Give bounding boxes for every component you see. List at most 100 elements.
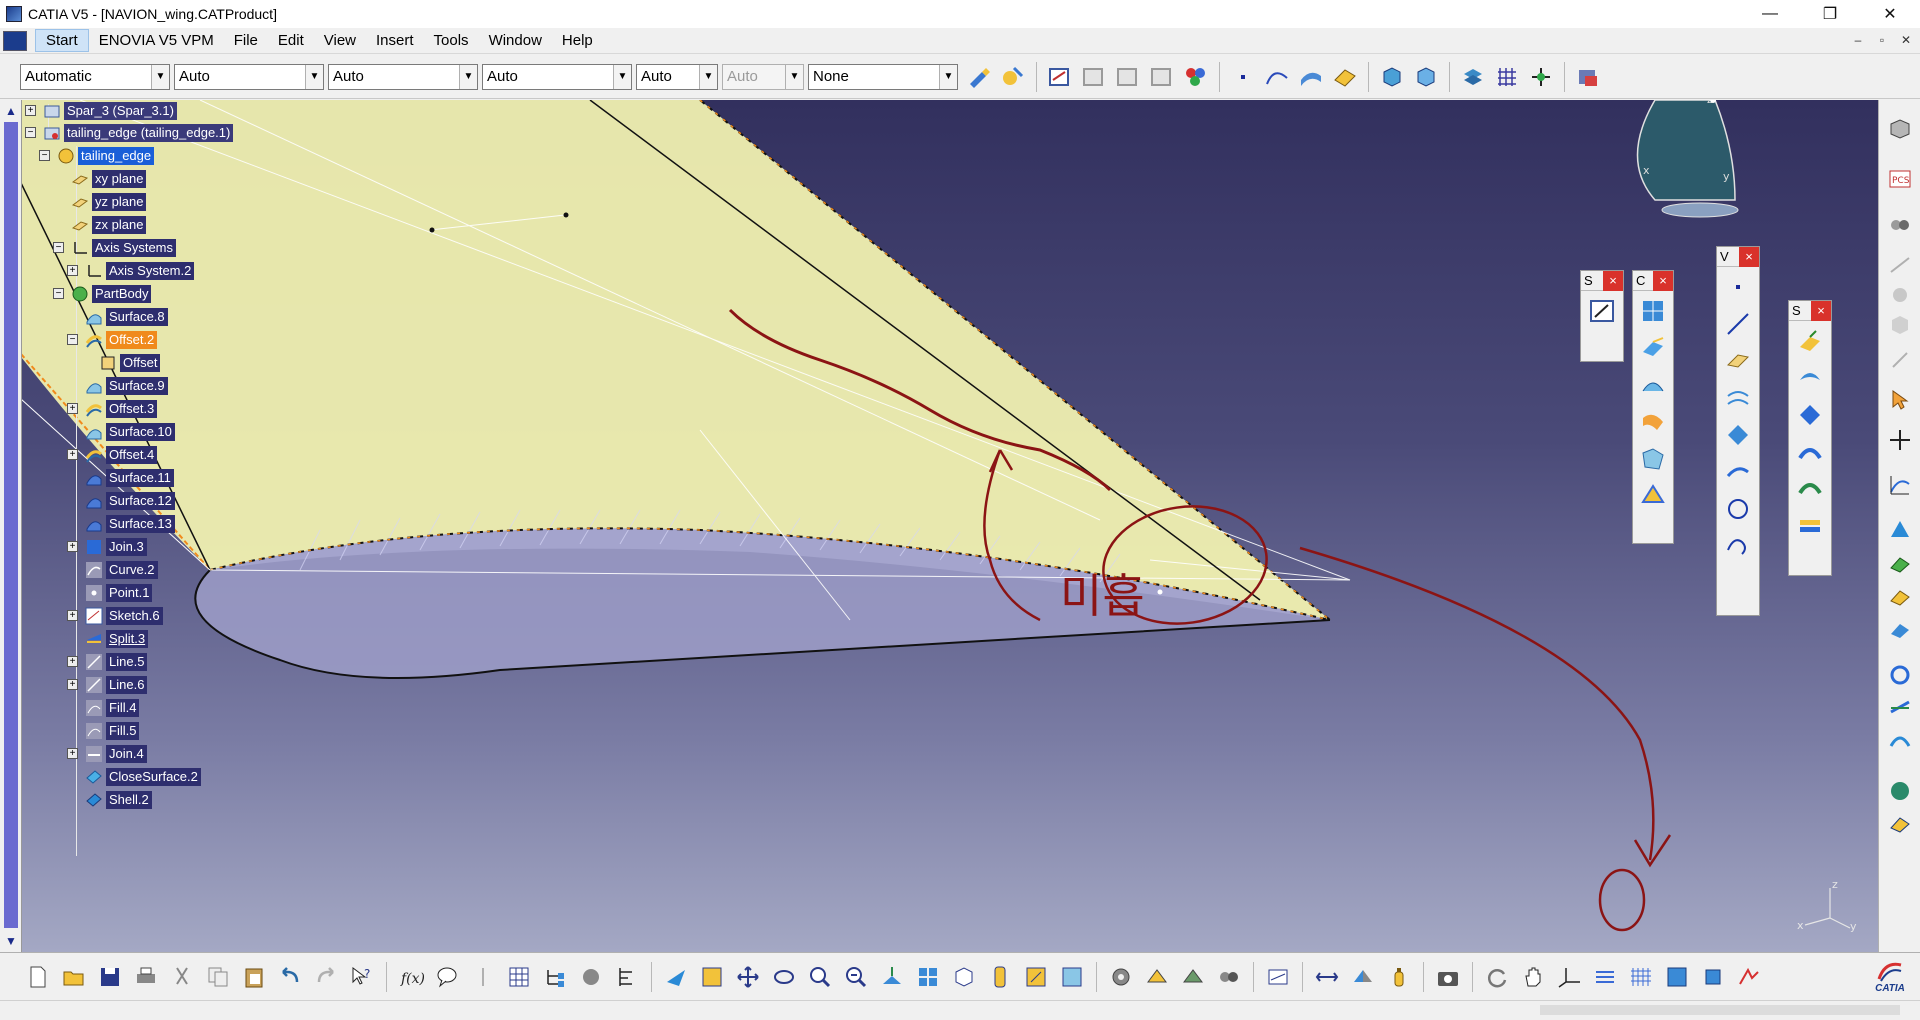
tools-icon[interactable] <box>1885 210 1915 240</box>
multi-view-icon[interactable] <box>912 961 944 993</box>
new-file-icon[interactable] <box>22 961 54 993</box>
circle-icon[interactable] <box>1721 492 1755 526</box>
part-design-icon[interactable] <box>1141 961 1173 993</box>
chevron-down-icon[interactable]: ▼ <box>459 64 477 89</box>
tree-node[interactable]: + Spar_3 (Spar_3.1) <box>25 100 177 122</box>
chevron-down-icon[interactable]: ▼ <box>699 64 717 89</box>
tree-node[interactable]: Surface.13 <box>84 513 175 535</box>
tree-node[interactable]: Fill.4 <box>84 697 140 719</box>
point-type-combo[interactable]: Auto ▼ <box>636 63 718 90</box>
tree-node[interactable]: + Join.4 <box>67 743 147 765</box>
knowledge-icon[interactable] <box>467 961 499 993</box>
insert-body-icon[interactable] <box>1411 62 1441 92</box>
tree-node[interactable]: − tailing_edge <box>39 145 155 167</box>
fit-all-icon[interactable] <box>696 961 728 993</box>
tree-node[interactable]: + Offset.3 <box>67 398 158 420</box>
sketch-icon[interactable] <box>1585 294 1619 328</box>
profile-feature-icon[interactable] <box>1147 62 1177 92</box>
3d-compass-icon[interactable] <box>1697 961 1729 993</box>
pan-icon[interactable] <box>732 961 764 993</box>
floating-toolbar-wireframe[interactable]: V × <box>1716 246 1760 616</box>
collapse-icon[interactable]: − <box>67 334 78 345</box>
tree-node[interactable]: − PartBody <box>53 283 152 305</box>
rotate-icon[interactable] <box>768 961 800 993</box>
scroll-up-arrow-icon[interactable]: ▲ <box>2 102 20 120</box>
expand-icon[interactable]: + <box>67 265 78 276</box>
expand-icon[interactable]: + <box>67 541 78 552</box>
collapse-icon[interactable]: − <box>25 127 36 138</box>
extrude-surface-icon[interactable] <box>1296 62 1326 92</box>
scroll-down-arrow-icon[interactable]: ▼ <box>2 932 20 950</box>
output-feature-icon[interactable] <box>1113 62 1143 92</box>
close-icon[interactable]: × <box>1653 270 1673 291</box>
expand-icon[interactable]: + <box>25 105 36 116</box>
select-cursor-icon[interactable] <box>1885 385 1915 415</box>
blend-surface-icon[interactable] <box>1793 509 1827 543</box>
properties-painter-icon[interactable] <box>998 62 1028 92</box>
point-icon[interactable] <box>1721 270 1755 304</box>
hide-show-icon[interactable] <box>1020 961 1052 993</box>
tree-scrollbar[interactable]: ▲ ▼ <box>0 100 22 952</box>
menu-edit[interactable]: Edit <box>268 30 314 51</box>
sketch-icon[interactable] <box>1045 62 1075 92</box>
menu-start[interactable]: Start <box>35 29 89 52</box>
tree-node[interactable]: zx plane <box>70 214 147 236</box>
sweep-surface-icon[interactable] <box>1793 472 1827 506</box>
draft-analysis-icon[interactable] <box>1885 515 1915 545</box>
menu-window[interactable]: Window <box>479 30 552 51</box>
floating-toolbar-sketcher[interactable]: S × <box>1580 270 1624 362</box>
restore-button[interactable]: ❐ <box>1800 0 1860 28</box>
table-icon[interactable] <box>503 961 535 993</box>
revolve-surface-icon[interactable] <box>1793 361 1827 395</box>
chevron-down-icon[interactable]: ▼ <box>151 64 169 89</box>
snap-to-point-icon[interactable] <box>1661 961 1693 993</box>
tree-node[interactable]: + Axis System.2 <box>67 260 195 282</box>
painter-icon[interactable] <box>964 62 994 92</box>
redo-icon[interactable] <box>310 961 342 993</box>
menu-file[interactable]: File <box>224 30 268 51</box>
tree-node[interactable]: + Join.3 <box>67 536 147 558</box>
measure-icon[interactable] <box>1885 692 1915 722</box>
tree-node[interactable]: Shell.2 <box>84 789 152 811</box>
paste-icon[interactable] <box>238 961 270 993</box>
grid-icon[interactable] <box>1492 62 1522 92</box>
knowledge-advisor-icon[interactable] <box>1213 961 1245 993</box>
undo-icon[interactable] <box>274 961 306 993</box>
transparency-combo[interactable]: Auto ▼ <box>174 63 324 90</box>
horizontal-scrollbar[interactable] <box>1540 1005 1900 1015</box>
sphere-icon[interactable] <box>1793 398 1827 432</box>
spline-icon[interactable] <box>1721 529 1755 563</box>
zoom-out-icon[interactable] <box>840 961 872 993</box>
copy-icon[interactable] <box>202 961 234 993</box>
zoom-in-icon[interactable] <box>804 961 836 993</box>
expand-icon[interactable]: + <box>67 449 78 460</box>
close-icon[interactable]: × <box>1603 270 1623 291</box>
refresh-icon[interactable] <box>1481 961 1513 993</box>
expand-icon[interactable]: + <box>67 656 78 667</box>
line-icon[interactable] <box>1721 307 1755 341</box>
catia-menu-logo-icon[interactable] <box>3 30 27 51</box>
render-icon[interactable] <box>1885 808 1915 838</box>
tree-node[interactable]: CloseSurface.2 <box>84 766 201 788</box>
iso-view-icon[interactable] <box>948 961 980 993</box>
collapse-icon[interactable]: − <box>53 288 64 299</box>
menu-enovia[interactable]: ENOVIA V5 VPM <box>89 30 224 51</box>
fly-mode-icon[interactable] <box>660 961 692 993</box>
tree-node[interactable]: xy plane <box>70 168 147 190</box>
tree-node[interactable]: Point.1 <box>84 582 153 604</box>
compass-snap-icon[interactable] <box>1885 425 1915 455</box>
plane-icon[interactable] <box>1721 344 1755 378</box>
grid-surface-icon[interactable] <box>1636 294 1670 328</box>
open-folder-icon[interactable] <box>58 961 90 993</box>
compass-widget[interactable]: z x y <box>1636 100 1739 218</box>
menu-insert[interactable]: Insert <box>366 30 424 51</box>
tree-node[interactable]: Surface.10 <box>84 421 175 443</box>
chevron-down-icon[interactable]: ▼ <box>613 64 631 89</box>
assembly-icon[interactable] <box>1458 62 1488 92</box>
tree-node[interactable]: Fill.5 <box>84 720 140 742</box>
apply-material-icon[interactable] <box>1885 776 1915 806</box>
bottle-icon[interactable] <box>1383 961 1415 993</box>
tree-node[interactable]: − Offset.2 <box>67 329 158 351</box>
publish-icon[interactable] <box>575 961 607 993</box>
chevron-down-icon[interactable]: ▼ <box>939 64 957 89</box>
